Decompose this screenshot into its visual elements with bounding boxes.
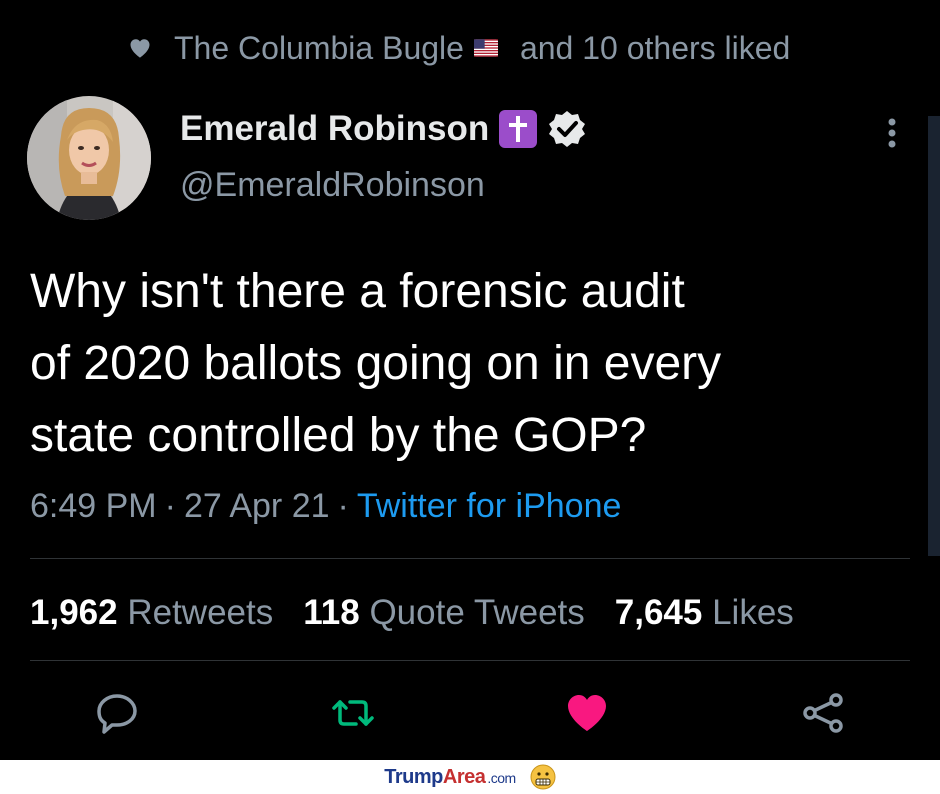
retweets-count: 1,962 bbox=[30, 593, 118, 632]
liked-by-suffix: and 10 others liked bbox=[519, 29, 791, 66]
tweet-source[interactable]: Twitter for iPhone bbox=[357, 487, 622, 526]
tweet-text: Why isn't there a forensic audit of 2020… bbox=[30, 256, 910, 472]
liked-by-name[interactable]: The Columbia Bugle bbox=[174, 30, 464, 67]
watermark-logo: TrumpArea .com bbox=[384, 765, 516, 788]
quote-tweets-count: 118 bbox=[303, 593, 360, 632]
quote-tweets-stat[interactable]: 118 Quote Tweets bbox=[303, 593, 585, 633]
engagement-stats: 1,962 Retweets 118 Quote Tweets 7,645 Li… bbox=[30, 590, 824, 636]
tweet-text-line: state controlled by the GOP? bbox=[30, 409, 647, 462]
separator: · bbox=[337, 486, 349, 525]
latin-cross-emoji bbox=[499, 110, 538, 148]
verified-badge-icon bbox=[549, 111, 586, 147]
likes-label: Likes bbox=[712, 593, 794, 632]
grimace-emoji-icon bbox=[530, 764, 556, 790]
tweet-date[interactable]: 27 Apr 21 bbox=[184, 487, 330, 526]
social-context[interactable]: The Columbia Bugle and 10 others liked bbox=[128, 28, 790, 68]
tweet-text-line: Why isn't there a forensic audit bbox=[30, 265, 685, 318]
profile-photo bbox=[27, 96, 151, 220]
divider bbox=[30, 558, 910, 559]
watermark-bar: TrumpArea .com bbox=[0, 760, 940, 794]
share-icon[interactable] bbox=[800, 690, 846, 736]
reply-icon[interactable] bbox=[94, 690, 140, 736]
retweet-icon[interactable] bbox=[330, 690, 376, 736]
likes-stat[interactable]: 7,645 Likes bbox=[615, 593, 794, 633]
quote-tweets-label: Quote Tweets bbox=[369, 593, 585, 632]
likes-count: 7,645 bbox=[614, 593, 703, 632]
separator: · bbox=[164, 486, 176, 525]
retweets-stat[interactable]: 1,962 Retweets bbox=[30, 593, 273, 633]
avatar[interactable] bbox=[27, 96, 151, 220]
tweet-text-line: of 2020 ballots going on in every bbox=[30, 337, 722, 390]
us-flag-emoji bbox=[473, 39, 498, 57]
author-name-row[interactable]: Emerald Robinson bbox=[180, 106, 587, 152]
tweet-meta: 6:49 PM · 27 Apr 21 · Twitter for iPhone bbox=[30, 484, 621, 528]
divider bbox=[30, 660, 910, 661]
more-options-icon[interactable] bbox=[880, 114, 904, 152]
author-name[interactable]: Emerald Robinson bbox=[180, 109, 489, 149]
author-handle[interactable]: @EmeraldRobinson bbox=[180, 166, 485, 205]
heart-icon bbox=[130, 39, 150, 58]
like-icon[interactable] bbox=[564, 690, 610, 736]
retweets-label: Retweets bbox=[127, 593, 274, 632]
scrollbar[interactable] bbox=[928, 116, 940, 556]
tweet-time[interactable]: 6:49 PM bbox=[30, 487, 157, 526]
